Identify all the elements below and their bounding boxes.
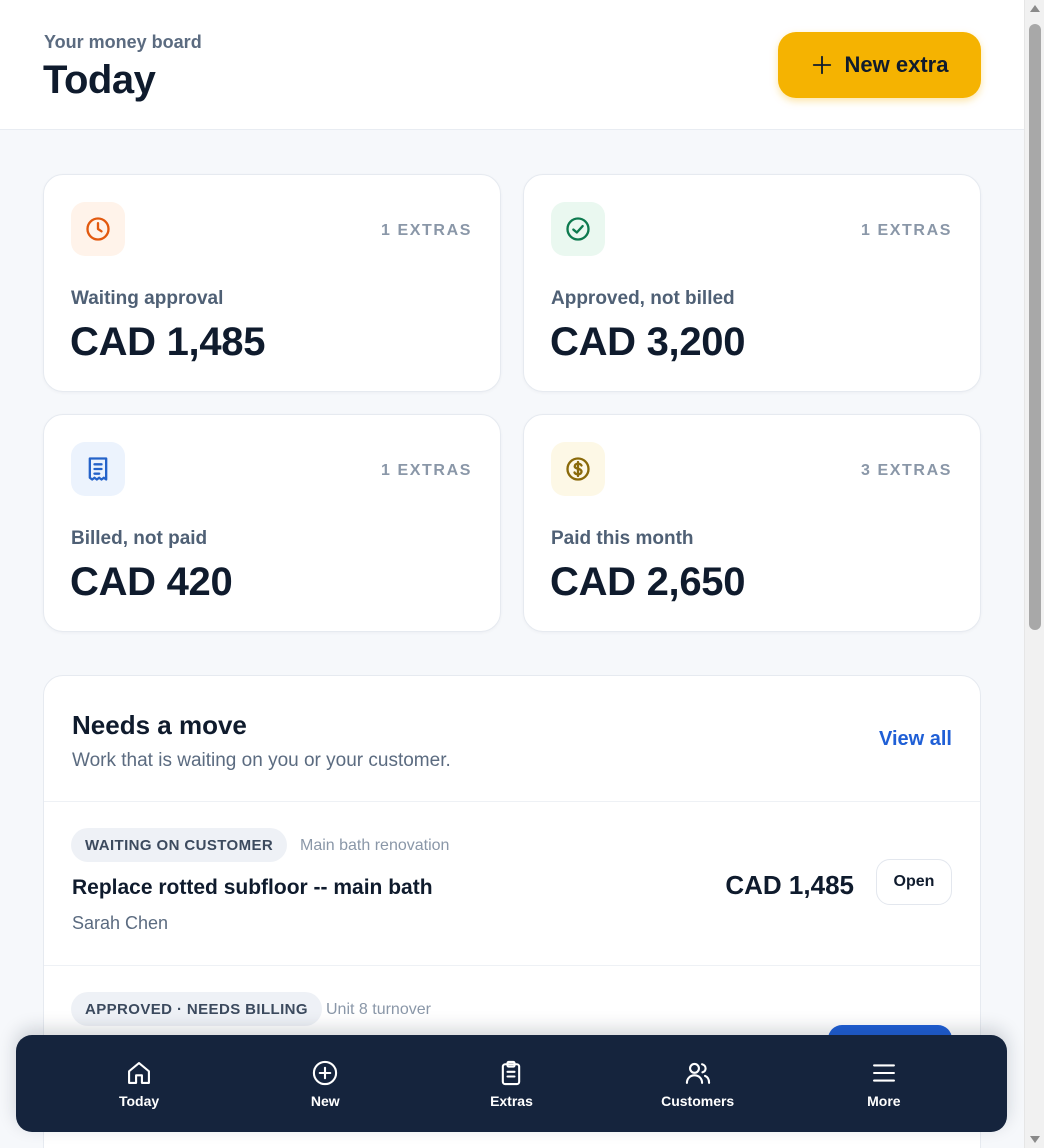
plus-circle-icon	[313, 1060, 338, 1085]
stat-icon-tile	[71, 202, 125, 256]
panel-title: Needs a move	[72, 710, 247, 740]
nav-item-extras[interactable]: Extras	[441, 1044, 581, 1124]
users-icon	[685, 1062, 710, 1084]
stat-card-billed-not-paid[interactable]: 1 EXTRAS Billed, not paid CAD 420	[43, 414, 501, 632]
view-all-link[interactable]: View all	[879, 728, 952, 751]
check-circle-icon	[566, 217, 590, 241]
stat-card-approved-not-billed[interactable]: 1 EXTRAS Approved, not billed CAD 3,200	[523, 174, 981, 392]
list-item[interactable]: WAITING ON CUSTOMER Main bath renovation…	[44, 801, 980, 965]
nav-label: More	[867, 1092, 901, 1109]
nav-item-new[interactable]: New	[255, 1044, 395, 1124]
app-viewport: Your money board Today New extra 1 EXTRA…	[0, 0, 1024, 1148]
stat-label: Approved, not billed	[551, 288, 735, 309]
scroll-down-arrow[interactable]	[1030, 1136, 1040, 1143]
page-title: Today	[43, 58, 156, 102]
page-eyebrow: Your money board	[44, 32, 202, 52]
nav-label: Today	[118, 1092, 160, 1109]
nav-label: Extras	[490, 1092, 533, 1109]
stat-count: 3 EXTRAS	[860, 462, 952, 479]
stat-label: Waiting approval	[71, 288, 224, 309]
stat-amount: CAD 2,650	[550, 560, 746, 604]
project-name: Unit 8 turnover	[326, 1001, 431, 1018]
stat-amount: CAD 420	[70, 560, 233, 604]
plus-icon	[812, 55, 831, 75]
stat-amount: CAD 3,200	[550, 320, 746, 364]
extra-amount: CAD 1,485	[725, 870, 854, 900]
receipt-icon	[88, 457, 108, 481]
menu-icon	[872, 1063, 895, 1082]
page-scrollbar[interactable]	[1024, 0, 1044, 1148]
nav-item-more[interactable]: More	[814, 1044, 954, 1124]
stat-label: Billed, not paid	[71, 528, 208, 549]
panel-subtitle: Work that is waiting on you or your cust…	[72, 750, 451, 771]
scrollbar-thumb[interactable]	[1029, 24, 1041, 630]
customer-name: Sarah Chen	[72, 913, 169, 933]
nav-item-customers[interactable]: Customers	[628, 1044, 768, 1124]
stat-amount: CAD 1,485	[70, 320, 266, 364]
stat-icon-tile	[71, 442, 125, 496]
nav-label: New	[310, 1092, 340, 1109]
bottom-nav: Today New Extras Customers More	[16, 1035, 1007, 1132]
clipboard-icon	[502, 1060, 521, 1085]
project-name: Main bath renovation	[300, 837, 450, 854]
home-icon	[128, 1061, 151, 1084]
new-extra-label: New extra	[844, 52, 949, 77]
stat-count: 1 EXTRAS	[860, 222, 952, 239]
open-button[interactable]: Open	[876, 859, 952, 905]
stat-count: 1 EXTRAS	[380, 462, 472, 479]
extra-title: Replace rotted subfloor -- main bath	[72, 876, 433, 899]
status-badge: WAITING ON CUSTOMER	[71, 828, 288, 862]
scroll-up-arrow[interactable]	[1030, 5, 1040, 12]
stat-card-paid-this-month[interactable]: 3 EXTRAS Paid this month CAD 2,650	[523, 414, 981, 632]
nav-item-today[interactable]: Today	[69, 1044, 209, 1124]
stat-card-waiting-approval[interactable]: 1 EXTRAS Waiting approval CAD 1,485	[43, 174, 501, 392]
nav-label: Customers	[661, 1092, 735, 1109]
page-header: Your money board Today New extra	[0, 0, 1024, 130]
clock-icon	[86, 217, 110, 241]
stat-count: 1 EXTRAS	[380, 222, 472, 239]
status-badge: APPROVED · NEEDS BILLING	[71, 992, 322, 1026]
stat-icon-tile	[551, 202, 605, 256]
new-extra-button[interactable]: New extra	[778, 32, 981, 98]
stat-icon-tile	[551, 442, 605, 496]
dollar-circle-icon	[566, 457, 590, 481]
stat-label: Paid this month	[551, 528, 694, 549]
